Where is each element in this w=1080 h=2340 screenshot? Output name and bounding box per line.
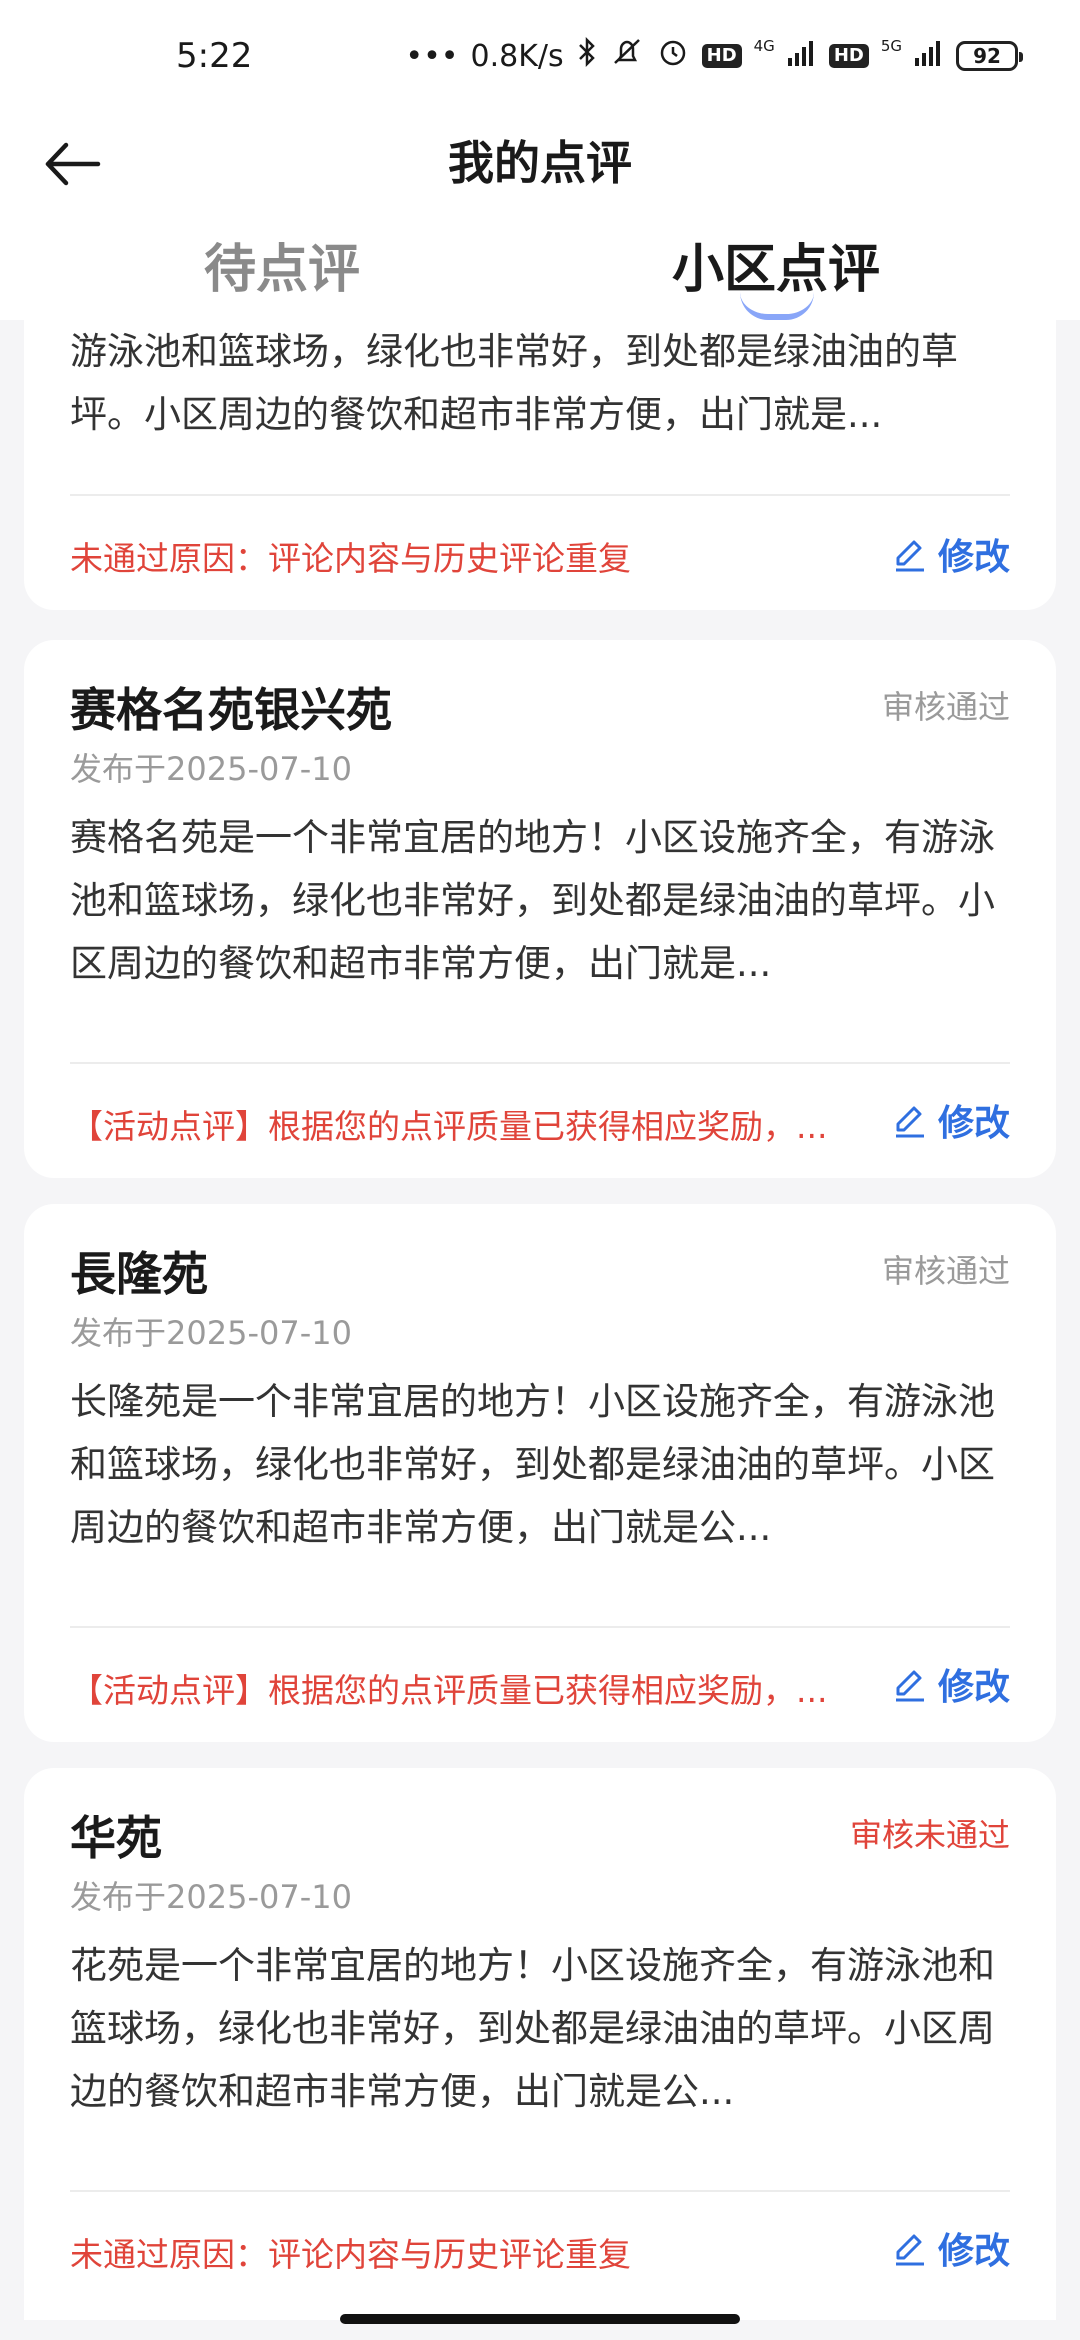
mute-bell-icon xyxy=(610,36,644,76)
tab-bar: 待点评 小区点评 xyxy=(0,230,1080,320)
edit-pen-icon xyxy=(895,2234,924,2266)
edit-pen-icon xyxy=(895,1670,924,1702)
edit-pen-icon xyxy=(895,540,924,572)
publish-date: 发布于2025-07-10 xyxy=(70,1878,352,1916)
status-bar: 5:22 ••• 0.8K/s HD 4G HD 5G 92 xyxy=(0,0,1080,120)
publish-date: 发布于2025-07-10 xyxy=(70,1314,352,1352)
review-list[interactable]: 游泳池和篮球场，绿化也非常好，到处都是绿油油的草坪。小区周边的餐饮和超市非常方便… xyxy=(0,320,1080,2320)
tab-pending-review[interactable]: 待点评 xyxy=(204,230,360,310)
review-status: 审核通过 xyxy=(881,688,1010,726)
review-card: 游泳池和篮球场，绿化也非常好，到处都是绿油油的草坪。小区周边的餐饮和超市非常方便… xyxy=(24,320,1056,610)
hd-badge-2: HD xyxy=(828,44,869,68)
signal-icon xyxy=(787,38,817,74)
activity-note: 【活动点评】根据您的点评质量已获得相应奖励，... xyxy=(70,1107,828,1146)
edit-label: 修改 xyxy=(937,1103,1010,1144)
status-time: 5:22 xyxy=(176,36,253,76)
review-card: 長隆苑 审核通过 发布于2025-07-10 长隆苑是一个非常宜居的地方！小区设… xyxy=(24,1204,1056,1742)
edit-label: 修改 xyxy=(937,2231,1010,2272)
review-status: 审核未通过 xyxy=(849,1816,1010,1854)
review-body: 游泳池和篮球场，绿化也非常好，到处都是绿油油的草坪。小区周边的餐饮和超市非常方便… xyxy=(70,330,958,436)
card-divider xyxy=(70,494,1010,496)
hd-badge: HD xyxy=(701,44,742,68)
review-body: 长隆苑是一个非常宜居的地方！小区设施齐全，有游泳池和篮球场，绿化也非常好，到处都… xyxy=(70,1380,995,1549)
reject-reason: 未通过原因：评论内容与历史评论重复 xyxy=(70,2235,631,2274)
review-status: 审核通过 xyxy=(881,1252,1010,1290)
card-divider xyxy=(70,2190,1010,2192)
community-name: 华苑 xyxy=(70,1811,162,1865)
card-divider xyxy=(70,1062,1010,1064)
publish-date: 发布于2025-07-10 xyxy=(70,750,352,788)
alarm-icon xyxy=(656,36,690,76)
home-indicator[interactable] xyxy=(340,2314,740,2324)
edit-button[interactable]: 修改 xyxy=(890,528,1010,580)
active-tab-indicator xyxy=(740,292,814,320)
edit-label: 修改 xyxy=(937,537,1010,578)
bluetooth-icon xyxy=(576,36,598,76)
header: 我的点评 待点评 小区点评 xyxy=(0,120,1080,320)
more-dots-icon: ••• xyxy=(405,38,459,74)
signal-icon-2 xyxy=(914,38,944,74)
review-body: 花苑是一个非常宜居的地方！小区设施齐全，有游泳池和篮球场，绿化也非常好，到处都是… xyxy=(70,1944,995,2113)
community-name: 赛格名苑银兴苑 xyxy=(70,683,392,737)
community-name: 長隆苑 xyxy=(70,1247,208,1301)
activity-note: 【活动点评】根据您的点评质量已获得相应奖励，... xyxy=(70,1671,828,1710)
page-title: 我的点评 xyxy=(448,136,632,190)
edit-button[interactable]: 修改 xyxy=(890,2222,1010,2274)
network-speed: 0.8K/s xyxy=(470,38,564,74)
edit-button[interactable]: 修改 xyxy=(890,1094,1010,1146)
battery-icon: 92 xyxy=(956,41,1023,71)
card-divider xyxy=(70,1626,1010,1628)
battery-level: 92 xyxy=(973,44,1001,68)
review-card: 华苑 审核未通过 发布于2025-07-10 花苑是一个非常宜居的地方！小区设施… xyxy=(24,1768,1056,2320)
edit-label: 修改 xyxy=(937,1667,1010,1708)
review-card: 赛格名苑银兴苑 审核通过 发布于2025-07-10 赛格名苑是一个非常宜居的地… xyxy=(24,640,1056,1178)
edit-pen-icon xyxy=(895,1106,924,1138)
reject-reason: 未通过原因：评论内容与历史评论重复 xyxy=(70,539,631,578)
status-icons: ••• 0.8K/s HD 4G HD 5G 92 xyxy=(405,36,1023,76)
review-body: 赛格名苑是一个非常宜居的地方！小区设施齐全，有游泳池和篮球场，绿化也非常好，到处… xyxy=(70,816,995,985)
edit-button[interactable]: 修改 xyxy=(890,1658,1010,1710)
network-type: 4G xyxy=(753,37,775,55)
network-type-2: 5G xyxy=(880,37,902,55)
